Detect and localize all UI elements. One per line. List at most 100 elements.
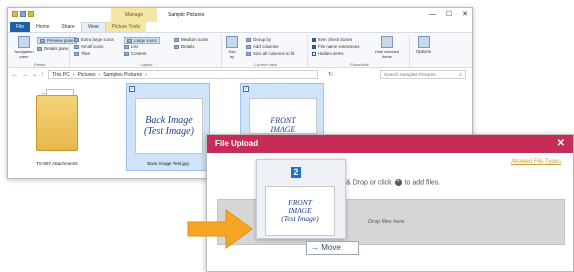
breadcrumb-this-pc[interactable]: This PC [52, 72, 70, 78]
options-icon [417, 36, 430, 48]
checkbox-checked-icon[interactable]: ✓ [243, 86, 249, 92]
dragged-file-ghost: FRONT IMAGE (Test Image) [256, 159, 346, 239]
chevron-right-icon: › [72, 71, 75, 78]
ribbon-group-label: Layout [140, 62, 153, 67]
window-controls: — ☐ ✕ [429, 8, 468, 22]
refresh-icon[interactable]: ↻ [328, 71, 333, 78]
item-check-boxes-toggle[interactable]: Item check boxes [312, 37, 352, 42]
ribbon-group-options: Options [412, 35, 442, 67]
image-thumbnail: FRONT IMAGE [249, 98, 317, 134]
search-icon: ⌕ [459, 72, 462, 78]
preview-pane-button[interactable]: Preview pane [37, 37, 77, 44]
file-name-extensions-toggle[interactable]: File name extensions [312, 44, 360, 49]
ribbon-group-label: Panes [33, 62, 46, 67]
layout-large-icons[interactable]: Large icons [124, 37, 160, 44]
navigation-pane-icon [18, 36, 30, 48]
hide-selected-icon [381, 36, 393, 48]
checkbox-unchecked-icon [312, 51, 316, 56]
folder-icon [36, 95, 78, 151]
hidden-items-toggle[interactable]: Hidden items [312, 51, 344, 56]
dialog-header: File Upload ✕ [207, 135, 573, 153]
dialog-title: File Upload [215, 139, 259, 148]
image-thumbnail: FRONT IMAGE (Test Image) [265, 186, 335, 236]
large-icons-icon [127, 38, 132, 43]
tiles-icon [74, 51, 79, 56]
group-by-button[interactable]: Group by [246, 37, 271, 42]
close-icon[interactable]: ✕ [557, 135, 565, 153]
add-columns-button[interactable]: Add columns [246, 44, 278, 49]
ribbon-tabs: File Home Share View Picture Tools [8, 22, 472, 32]
sort-by-icon [226, 36, 238, 48]
folder-icon[interactable] [28, 11, 34, 17]
tab-home[interactable]: Home [30, 22, 55, 32]
address-bar-row: ← → ⌄ ↑ This PC › Pictures › Samples Pic… [8, 68, 472, 81]
medium-icons-icon [174, 37, 179, 42]
image-thumbnail: Back Image (Test Image) [135, 98, 203, 154]
folder-icon[interactable] [12, 11, 18, 17]
ribbon-group-layout: Extra large icons Large icons Medium ico… [72, 35, 222, 67]
navigation-pane-button[interactable]: Navigation pane [12, 36, 36, 59]
checkbox-checked-icon [312, 44, 316, 49]
tab-view[interactable]: View [80, 22, 106, 32]
ribbon-group-show-hide: Item check boxes File name extensions Hi… [310, 35, 410, 67]
layout-details[interactable]: Details [174, 44, 194, 49]
save-icon[interactable] [20, 11, 26, 17]
size-all-columns-button[interactable]: Size all columns to fit [246, 51, 294, 56]
title-bar: Manage Sample Pictures — ☐ ✕ [8, 8, 472, 22]
layout-small-icons[interactable]: Small icons [74, 44, 103, 49]
ribbon-group-label: Current view [254, 62, 277, 67]
preview-pane-icon [40, 38, 45, 43]
close-button[interactable]: ✕ [462, 8, 468, 22]
forward-arrow-icon[interactable]: → [22, 72, 28, 78]
sort-by-button[interactable]: Sort by [226, 36, 238, 59]
manage-contextual-tab[interactable]: Manage [111, 8, 157, 22]
plus-circle-icon[interactable]: + [394, 179, 402, 186]
drop-zone-label: Drop files here [368, 219, 405, 225]
screen: Manage Sample Pictures — ☐ ✕ File Home S… [0, 0, 574, 272]
file-item-back-image[interactable]: ✓ Back Image (Test Image) Back Image Tes… [126, 83, 210, 171]
tab-picture-tools[interactable]: Picture Tools [105, 22, 147, 32]
options-button[interactable]: Options [416, 36, 431, 54]
chevron-right-icon: › [145, 71, 147, 78]
layout-list[interactable]: List [124, 44, 138, 49]
maximize-button[interactable]: ☐ [446, 8, 452, 22]
folder-label: TS-897 Attachments [36, 161, 78, 166]
move-tooltip: → Move [306, 241, 359, 255]
folder-item[interactable] [36, 89, 78, 151]
pointer-arrow-icon [187, 209, 253, 249]
drag-count-badge: 2 [291, 167, 301, 178]
file-name-label: Back Image Test.jpg [147, 161, 189, 166]
layout-extra-large-icons[interactable]: Extra large icons [74, 37, 114, 42]
group-by-icon [246, 37, 251, 42]
file-item-front-image[interactable]: ✓ FRONT IMAGE [240, 83, 324, 135]
extra-large-icons-icon [74, 37, 79, 42]
back-arrow-icon[interactable]: ← [12, 72, 18, 78]
breadcrumb-samples-pictures[interactable]: Samples Pictures [103, 72, 142, 78]
layout-tiles[interactable]: Tiles [74, 51, 90, 56]
minimize-button[interactable]: — [429, 8, 436, 22]
breadcrumb-pictures[interactable]: Pictures [77, 72, 95, 78]
allowed-file-types-link[interactable]: Allowed File Types [511, 159, 561, 165]
chevron-down-icon[interactable]: ⌄ [32, 71, 37, 78]
ribbon: Navigation pane Preview pane Details pan… [8, 32, 472, 68]
chevron-right-icon: › [98, 71, 101, 78]
hide-selected-items-button[interactable]: Hide selected items [374, 36, 400, 59]
tab-share[interactable]: Share [55, 22, 80, 32]
ribbon-group-current-view: Sort by Group by Add columns Size all co… [224, 35, 308, 67]
address-bar[interactable]: This PC › Pictures › Samples Pictures › [48, 70, 319, 79]
window-title: Sample Pictures [168, 12, 205, 18]
ribbon-group-panes: Navigation pane Preview pane Details pan… [10, 35, 77, 67]
checkbox-checked-icon[interactable]: ✓ [129, 86, 135, 92]
layout-content[interactable]: Content [124, 51, 146, 56]
up-arrow-icon[interactable]: ↑ [41, 72, 44, 78]
tab-file[interactable]: File [10, 22, 31, 32]
add-columns-icon [246, 44, 251, 49]
checkbox-checked-icon [312, 37, 316, 42]
quick-access-toolbar [12, 11, 34, 17]
details-pane-button[interactable]: Details pane [37, 46, 68, 51]
arrow-right-icon: → [311, 243, 319, 252]
search-input[interactable]: Search Samples Pictures ⌕ [380, 70, 466, 79]
layout-medium-icons[interactable]: Medium icons [174, 37, 208, 42]
ribbon-group-label: Show/hide [350, 62, 369, 67]
size-columns-icon [246, 51, 251, 56]
